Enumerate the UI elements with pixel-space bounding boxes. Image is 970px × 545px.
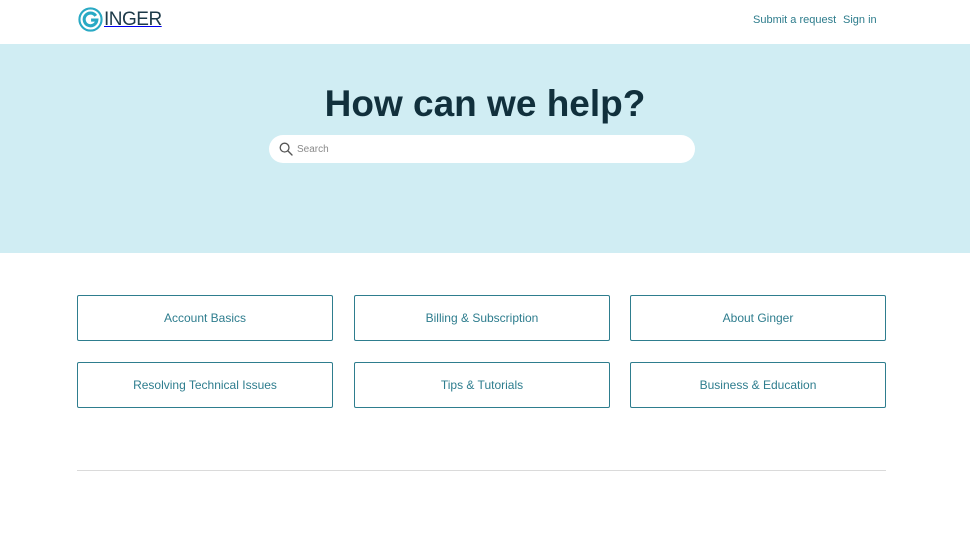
hero-section: How can we help? bbox=[0, 44, 970, 253]
ginger-logo[interactable]: INGER bbox=[78, 7, 162, 32]
site-header: INGER Submit a request Sign in bbox=[0, 0, 970, 44]
category-business-education[interactable]: Business & Education bbox=[630, 362, 886, 408]
category-tips-tutorials[interactable]: Tips & Tutorials bbox=[354, 362, 610, 408]
search-box[interactable] bbox=[269, 135, 695, 163]
category-billing-subscription[interactable]: Billing & Subscription bbox=[354, 295, 610, 341]
section-divider bbox=[77, 470, 886, 471]
ginger-logo-mark-icon bbox=[78, 7, 103, 32]
category-account-basics[interactable]: Account Basics bbox=[77, 295, 333, 341]
search-input[interactable] bbox=[297, 135, 685, 163]
page-title: How can we help? bbox=[324, 83, 646, 124]
category-about-ginger[interactable]: About Ginger bbox=[630, 295, 886, 341]
sign-in-link[interactable]: Sign in bbox=[843, 13, 877, 27]
logo-text: INGER bbox=[104, 9, 162, 30]
search-icon bbox=[279, 142, 293, 156]
category-resolving-technical-issues[interactable]: Resolving Technical Issues bbox=[77, 362, 333, 408]
submit-request-link[interactable]: Submit a request bbox=[753, 13, 836, 27]
